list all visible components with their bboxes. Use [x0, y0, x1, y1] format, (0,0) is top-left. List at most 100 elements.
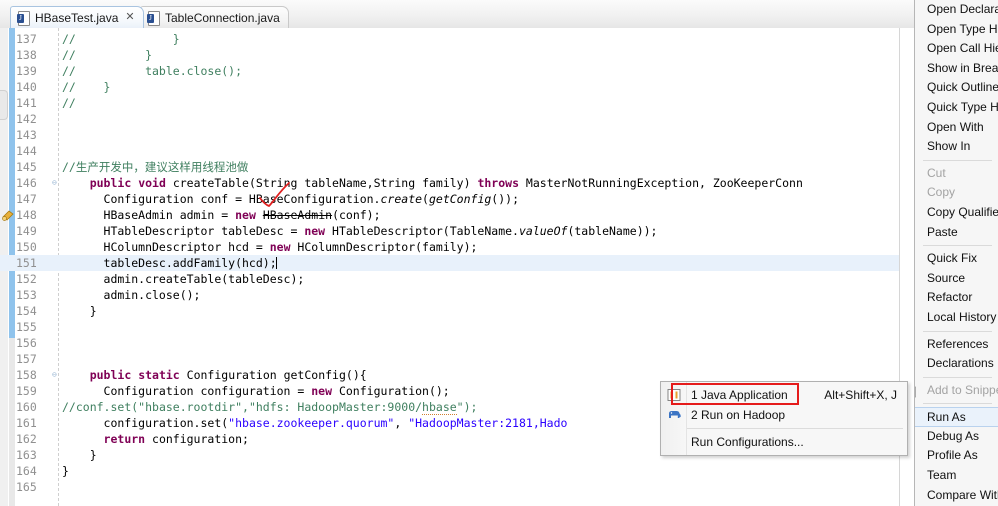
close-icon[interactable]: ✕	[125, 12, 134, 23]
code-line-141[interactable]: 141 //	[0, 95, 914, 111]
menu-item-refactor[interactable]: Refactor	[915, 288, 998, 308]
line-number: 150	[16, 240, 37, 254]
code-text: admin.close();	[62, 288, 201, 302]
code-text: public void createTable(String tableName…	[89, 176, 803, 190]
code-line-157[interactable]: 157	[0, 351, 914, 367]
menu-item-open-call-hierarchy[interactable]: Open Call Hierarchy	[915, 39, 998, 59]
line-number: 163	[16, 448, 37, 462]
line-number: 140	[16, 80, 37, 94]
menu-item-compare-with[interactable]: Compare With	[915, 486, 998, 506]
code-line-145[interactable]: 145 //生产开发中，建议这样用线程池做	[0, 159, 914, 175]
menu-item-show-in-breadcrumb[interactable]: Show in Breadcrumb	[915, 59, 998, 79]
submenu-item-2-run-on-hadoop[interactable]: 2 Run on Hadoop	[661, 405, 907, 425]
view-restore-handle[interactable]	[0, 90, 8, 120]
line-number: 137	[16, 32, 37, 46]
fold-toggle-icon[interactable]: ⊖	[52, 367, 61, 383]
code-text: Configuration configuration = new Config…	[62, 384, 450, 398]
menu-item-quick-type-hierarchy[interactable]: Quick Type Hierarchy	[915, 98, 998, 118]
menu-item-profile-as[interactable]: Profile As	[915, 446, 998, 466]
tab-label: TableConnection.java	[165, 10, 280, 25]
code-line-154[interactable]: 154 }	[0, 303, 914, 319]
run-as-submenu[interactable]: 1 Java Application Alt+Shift+X, J 2 Run on…	[660, 381, 908, 456]
code-text: //生产开发中，建议这样用线程池做	[62, 160, 249, 174]
java-app-icon	[667, 388, 682, 402]
menu-item-label: Quick Type Hierarchy	[927, 99, 998, 114]
menu-item-open-with[interactable]: Open With	[915, 118, 998, 138]
menu-item-label: Add to Snippets...	[927, 382, 998, 397]
menu-item-debug-as[interactable]: Debug As	[915, 427, 998, 447]
code-line-153[interactable]: 153 admin.close();	[0, 287, 914, 303]
menu-item-open-declaration[interactable]: Open Declaration	[915, 0, 998, 20]
submenu-item-label: 1 Java Application	[691, 388, 788, 402]
menu-item-references[interactable]: References	[915, 335, 998, 355]
tab-tableconnection-java[interactable]: J TableConnection.java	[140, 6, 289, 28]
menu-item-copy: Copy	[915, 183, 998, 203]
menu-separator	[923, 245, 992, 247]
submenu-item-run-configurations[interactable]: Run Configurations...	[661, 432, 907, 452]
line-number: 157	[16, 352, 37, 366]
code-line-149[interactable]: 149 HTableDescriptor tableDesc = new HTa…	[0, 223, 914, 239]
menu-item-local-history[interactable]: Local History	[915, 308, 998, 328]
tab-label: HBaseTest.java	[35, 10, 119, 25]
code-line-142[interactable]: 142	[0, 111, 914, 127]
java-file-icon: J	[17, 10, 30, 26]
menu-item-label: Compare With	[927, 487, 998, 502]
code-line-139[interactable]: 139 // table.close();	[0, 63, 914, 79]
menu-item-source[interactable]: Source	[915, 269, 998, 289]
code-line-151[interactable]: 151 tableDesc.addFamily(hcd);	[0, 255, 914, 271]
code-line-164[interactable]: 164}	[0, 463, 914, 479]
menu-item-label: References	[927, 336, 989, 351]
code-line-150[interactable]: 150 HColumnDescriptor hcd = new HColumnD…	[0, 239, 914, 255]
menu-item-quick-fix[interactable]: Quick Fix	[915, 249, 998, 269]
code-line-165[interactable]: 165	[0, 479, 914, 495]
line-number: 160	[16, 400, 37, 414]
menu-item-open-type-hierarchy[interactable]: Open Type Hierarchy	[915, 20, 998, 40]
menu-item-paste[interactable]: Paste	[915, 223, 998, 243]
menu-item-label: Copy Qualified Name	[927, 204, 998, 219]
code-line-147[interactable]: 147 Configuration conf = HBaseConfigurat…	[0, 191, 914, 207]
code-text: HBaseAdmin admin = new HBaseAdmin(conf);	[62, 208, 381, 222]
hadoop-elephant-icon	[667, 408, 682, 422]
code-text: Configuration conf = HBaseConfiguration.…	[62, 192, 519, 206]
menu-item-label: Local History	[927, 309, 997, 324]
line-number: 142	[16, 112, 37, 126]
code-line-152[interactable]: 152 admin.createTable(tableDesc);	[0, 271, 914, 287]
fold-toggle-icon[interactable]: ⊖	[52, 175, 61, 191]
menu-item-declarations[interactable]: Declarations	[915, 354, 998, 374]
menu-item-show-in[interactable]: Show In	[915, 137, 998, 157]
line-number: 151	[16, 256, 37, 270]
tab-hbasetest-java[interactable]: J HBaseTest.java ✕	[10, 6, 144, 28]
editor-context-menu[interactable]: Open Declaration Open Type Hierarchy Open …	[914, 0, 998, 506]
menu-item-run-as[interactable]: Run As	[915, 407, 998, 427]
code-line-146[interactable]: 146 ⊖ public void createTable(String tabl…	[0, 175, 914, 191]
menu-item-label: Open Type Hierarchy	[927, 21, 998, 36]
code-line-140[interactable]: 140 // }	[0, 79, 914, 95]
submenu-item-shortcut: Alt+Shift+X, J	[824, 388, 897, 402]
menu-item-label: Copy	[927, 185, 956, 200]
line-number: 144	[16, 144, 37, 158]
code-line-156[interactable]: 156	[0, 335, 914, 351]
submenu-item-1-java-application[interactable]: 1 Java Application Alt+Shift+X, J	[661, 385, 907, 405]
code-line-148[interactable]: 148 HBaseAdmin admin = new HBaseAdmin(co…	[0, 207, 914, 223]
code-line-143[interactable]: 143	[0, 127, 914, 143]
code-text: // }	[62, 80, 111, 94]
code-text: }	[62, 448, 97, 462]
menu-item-copy-qualified-name[interactable]: Copy Qualified Name	[915, 203, 998, 223]
line-number: 148	[16, 208, 37, 222]
warning-marker-icon[interactable]	[1, 208, 15, 222]
code-line-144[interactable]: 144	[0, 143, 914, 159]
line-number: 156	[16, 336, 37, 350]
line-number: 143	[16, 128, 37, 142]
menu-item-team[interactable]: Team	[915, 466, 998, 486]
submenu-item-label: Run Configurations...	[691, 435, 804, 449]
code-line-137[interactable]: 137 // }	[0, 31, 914, 47]
code-text: HTableDescriptor tableDesc = new HTableD…	[62, 224, 658, 238]
code-text: return configuration;	[103, 432, 249, 446]
code-line-155[interactable]: 155	[0, 319, 914, 335]
menu-item-label: Refactor	[927, 290, 973, 305]
code-line-138[interactable]: 138 // }	[0, 47, 914, 63]
menu-item-cut: Cut	[915, 164, 998, 184]
menu-item-label: Cut	[927, 165, 946, 180]
menu-item-quick-outline[interactable]: Quick Outline	[915, 78, 998, 98]
menu-item-label: Team	[927, 468, 957, 483]
